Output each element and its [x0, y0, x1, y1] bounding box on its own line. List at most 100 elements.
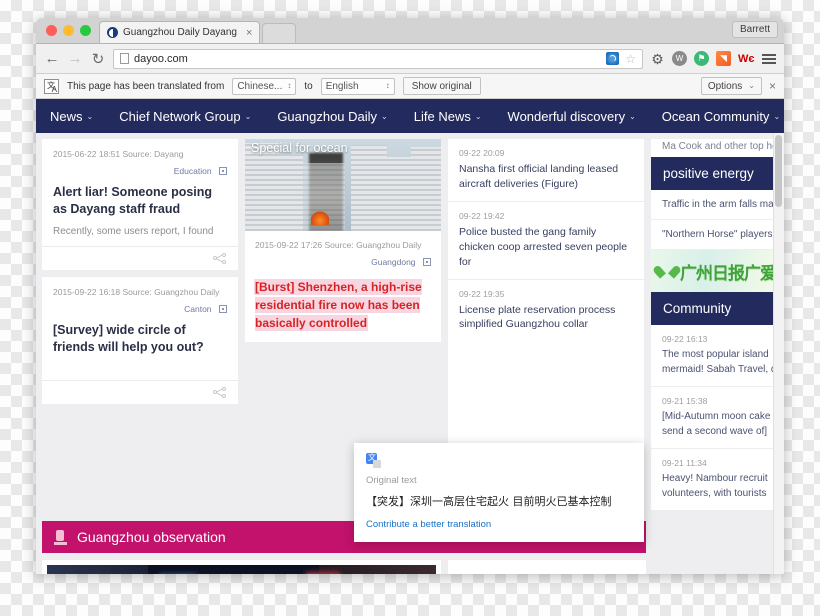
options-label: Options [707, 80, 743, 92]
article-card-footer [42, 246, 238, 270]
hero-article[interactable]: Special for ocean 2015-09-22 17:26 Sourc… [245, 139, 441, 343]
street-photo-card[interactable] [42, 560, 441, 574]
contribute-translation-link[interactable]: Contribute a better translation [366, 519, 632, 530]
lower-content: View 09-22 08:25 Let the competition to … [36, 553, 784, 574]
news-time-2: 09-22 19:42 [459, 210, 505, 221]
translate-glyph-box-2 [373, 460, 381, 468]
chevron-down-icon-3: ⌄ [474, 111, 482, 121]
heart-icon [659, 264, 675, 278]
minimize-window-button[interactable] [63, 24, 74, 36]
news-time: 09-22 20:09 [459, 148, 505, 158]
sidebar-item-pe-1[interactable]: "Northern Horse" players ca [651, 220, 784, 250]
sidebar-clipped-text[interactable]: Ma Cook and other top hea [651, 139, 784, 157]
new-tab-button[interactable] [262, 23, 297, 43]
nav-item-life-news[interactable]: Life News ⌄ [414, 109, 482, 124]
nav-item-guangzhou-daily[interactable]: Guangzhou Daily ⌄ [277, 109, 387, 124]
community-headline-2: Heavy! Nambour recruit volunteers, with … [662, 473, 768, 499]
sidebar-section-positive-energy: positive energy [651, 157, 784, 190]
community-item-2[interactable]: 09-21 11:34 Heavy! Nambour recruit volun… [651, 449, 784, 511]
ad-text: 广州日报广爱心 [680, 263, 784, 284]
neon-sign-4 [306, 573, 340, 574]
forward-button[interactable]: → [67, 50, 83, 67]
show-original-button[interactable]: Show original [402, 77, 481, 95]
article-card-body-2: 2015-09-22 16:18 Source: Guangzhou Daily… [42, 277, 238, 380]
article-category[interactable]: Education [174, 166, 212, 176]
sidebar-item-pe-0[interactable]: Traffic in the arm falls male [651, 190, 784, 220]
tooltip-original-text: 【突发】深圳一高层住宅起火 目前明火已基本控制 [366, 495, 612, 508]
menu-icon[interactable] [762, 53, 776, 64]
browser-tab[interactable]: Guangzhou Daily Dayang × [99, 21, 261, 43]
hero-overlay-title: Special for ocean [251, 141, 348, 155]
share-icon[interactable] [213, 253, 226, 265]
article-category-2[interactable]: Canton [184, 304, 211, 314]
pin-icon[interactable]: ⚑ [694, 51, 709, 66]
chevron-down-icon: ⌄ [748, 81, 755, 90]
community-item-0[interactable]: 09-22 16:13 The most popular island merm… [651, 325, 784, 387]
news-list-item-2[interactable]: 09-22 19:42 Police busted the gang famil… [448, 202, 644, 280]
chevron-down-icon-1: ⌄ [244, 111, 252, 121]
target-language-select[interactable]: English ↕ [320, 77, 395, 95]
google-translate-icon [366, 452, 381, 468]
translate-to-label: to [304, 80, 313, 92]
nav-label-2: Guangzhou Daily [277, 108, 378, 124]
page-info-icon[interactable] [120, 53, 129, 64]
gear-icon[interactable]: ⚙ [650, 51, 665, 67]
we-icon[interactable]: Wє [738, 53, 754, 65]
profile-button[interactable]: Barrett [731, 21, 778, 38]
nav-item-news[interactable]: News ⌄ [50, 109, 93, 124]
analytics-icon[interactable]: ◥ [716, 51, 731, 66]
article-card[interactable]: 2015-06-22 18:51 Source: Dayang Educatio… [42, 139, 238, 271]
share-icon-2[interactable] [213, 387, 226, 399]
nav-label-3: Life News [413, 108, 471, 124]
article-headline[interactable]: Alert liar! Someone posing as Dayang sta… [53, 184, 227, 218]
bookmark-star-icon[interactable]: ☆ [625, 52, 636, 66]
nav-item-ocean-community[interactable]: Ocean Community ⌄ [662, 109, 780, 124]
close-tab-icon[interactable]: × [246, 27, 252, 39]
address-bar[interactable]: dayoo.com ☆ [113, 48, 643, 69]
article-card-body: 2015-06-22 18:51 Source: Dayang Educatio… [42, 139, 238, 246]
article-headline-2[interactable]: [Survey] wide circle of friends will hel… [53, 322, 227, 356]
category-badge-icon-2 [219, 305, 227, 314]
window-controls[interactable] [44, 18, 99, 43]
article-category-row: Education [53, 161, 227, 179]
tooltip-label: Original text [366, 475, 417, 486]
close-window-button[interactable] [46, 24, 57, 36]
view-panel-title: View [448, 560, 646, 574]
sidebar-section-community: Community [651, 292, 784, 325]
article-card-2[interactable]: 2015-09-22 16:18 Source: Guangzhou Daily… [42, 277, 238, 405]
close-infobar-icon[interactable]: × [769, 79, 776, 93]
nav-label-5: Ocean Community [661, 108, 770, 124]
burst-headline[interactable]: [Burst] Shenzhen, a high-rise residentia… [255, 280, 422, 331]
article-excerpt: Recently, some users report, I found [53, 226, 214, 238]
translate-message: This page has been translated from [67, 80, 225, 92]
community-time-0: 09-22 16:13 [662, 334, 708, 344]
hero-category[interactable]: Guangdong [371, 257, 415, 267]
nav-item-wonderful-discovery[interactable]: Wonderful discovery ⌄ [508, 109, 636, 124]
building-6 [411, 147, 441, 231]
wot-icon[interactable]: W [672, 51, 687, 66]
reload-button[interactable]: ↻ [90, 50, 106, 68]
nav-item-chief-network-group[interactable]: Chief Network Group ⌄ [119, 109, 251, 124]
news-list-item-3[interactable]: 09-22 19:35 License plate reservation pr… [448, 280, 644, 342]
burst-headline-wrap: [Burst] Shenzhen, a high-rise residentia… [255, 278, 431, 332]
hero-meta: 2015-09-22 17:26 Source: Guangzhou Daily [255, 240, 422, 250]
scrollbar-thumb[interactable] [775, 135, 782, 207]
chevron-down-icon-4: ⌄ [629, 111, 636, 121]
news-list-item[interactable]: 09-22 20:09 Nansha first official landin… [448, 139, 644, 202]
news-headline-2: Police busted the gang family chicken co… [459, 225, 628, 268]
source-language-select[interactable]: Chinese... ↕ [232, 77, 297, 95]
maximize-window-button[interactable] [80, 24, 91, 36]
community-item-1[interactable]: 09-21 15:38 [Mid-Autumn moon cake to sen… [651, 387, 784, 449]
chevron-updown-icon-2: ↕ [385, 81, 390, 90]
sidebar-banner-ad[interactable]: 广州日报广爱心 [651, 250, 784, 292]
hero-category-row: Guangdong [255, 252, 431, 270]
nav-label-4: Wonderful discovery [507, 108, 626, 124]
photo-building-left [47, 565, 149, 574]
back-button[interactable]: ← [44, 50, 60, 67]
options-button[interactable]: Options ⌄ [700, 77, 762, 95]
right-sidebar: Ma Cook and other top hea positive energ… [651, 139, 784, 511]
news-time-3: 09-22 19:35 [459, 288, 505, 299]
tab-favicon-icon [107, 27, 118, 38]
vertical-scrollbar[interactable] [773, 133, 784, 574]
translate-icon[interactable] [606, 52, 620, 65]
